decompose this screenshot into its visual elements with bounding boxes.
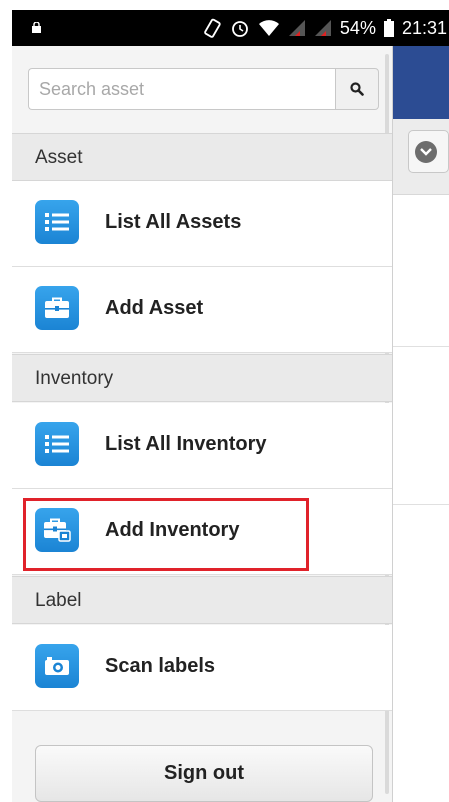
menu-item-label: List All Assets bbox=[105, 211, 242, 233]
highlight-box bbox=[23, 498, 309, 571]
menu-item-add-asset[interactable]: Add Asset bbox=[12, 267, 392, 353]
app-content bbox=[392, 119, 449, 802]
menu-item-scan-labels[interactable]: Scan labels bbox=[12, 625, 392, 711]
menu-item-label: Scan labels bbox=[105, 655, 216, 677]
app-dropdown[interactable] bbox=[408, 130, 449, 173]
menu-item-list-all-assets[interactable]: List All Assets bbox=[12, 181, 392, 267]
battery-icon bbox=[383, 19, 394, 37]
chevron-down-icon bbox=[415, 141, 437, 163]
signal-icon-2 bbox=[314, 20, 331, 36]
list-icon bbox=[35, 200, 79, 244]
navigation-drawer: Asset List All Assets Add Asset Inventor… bbox=[12, 46, 393, 802]
wifi-icon bbox=[258, 20, 279, 36]
section-title: Label bbox=[35, 590, 82, 611]
section-header-asset: Asset bbox=[12, 133, 392, 181]
search-icon bbox=[350, 82, 364, 96]
section-title: Asset bbox=[35, 147, 83, 168]
lock-icon bbox=[32, 22, 41, 33]
sign-out-button[interactable]: Sign out bbox=[35, 745, 373, 802]
briefcase-icon bbox=[35, 286, 79, 330]
section-header-inventory: Inventory bbox=[12, 354, 392, 402]
menu-item-label: Add Asset bbox=[105, 297, 204, 319]
signal-icon-1 bbox=[288, 20, 305, 36]
section-header-label: Label bbox=[12, 576, 392, 624]
divider bbox=[392, 504, 449, 505]
vibrate-icon bbox=[204, 18, 221, 38]
menu-item-list-all-inventory[interactable]: List All Inventory bbox=[12, 403, 392, 489]
alarm-icon bbox=[232, 21, 248, 37]
section-title: Inventory bbox=[35, 368, 114, 389]
clock: 21:31 bbox=[401, 17, 447, 38]
divider bbox=[392, 346, 449, 347]
search-input[interactable] bbox=[28, 68, 335, 110]
search-bar bbox=[28, 68, 379, 110]
app-header bbox=[392, 46, 449, 119]
battery-percent: 54% bbox=[339, 17, 376, 38]
list-icon bbox=[35, 422, 79, 466]
camera-icon bbox=[35, 644, 79, 688]
status-bar: 54% 21:31 bbox=[12, 10, 449, 46]
menu-item-label: List All Inventory bbox=[105, 433, 267, 455]
search-button[interactable] bbox=[335, 68, 379, 110]
